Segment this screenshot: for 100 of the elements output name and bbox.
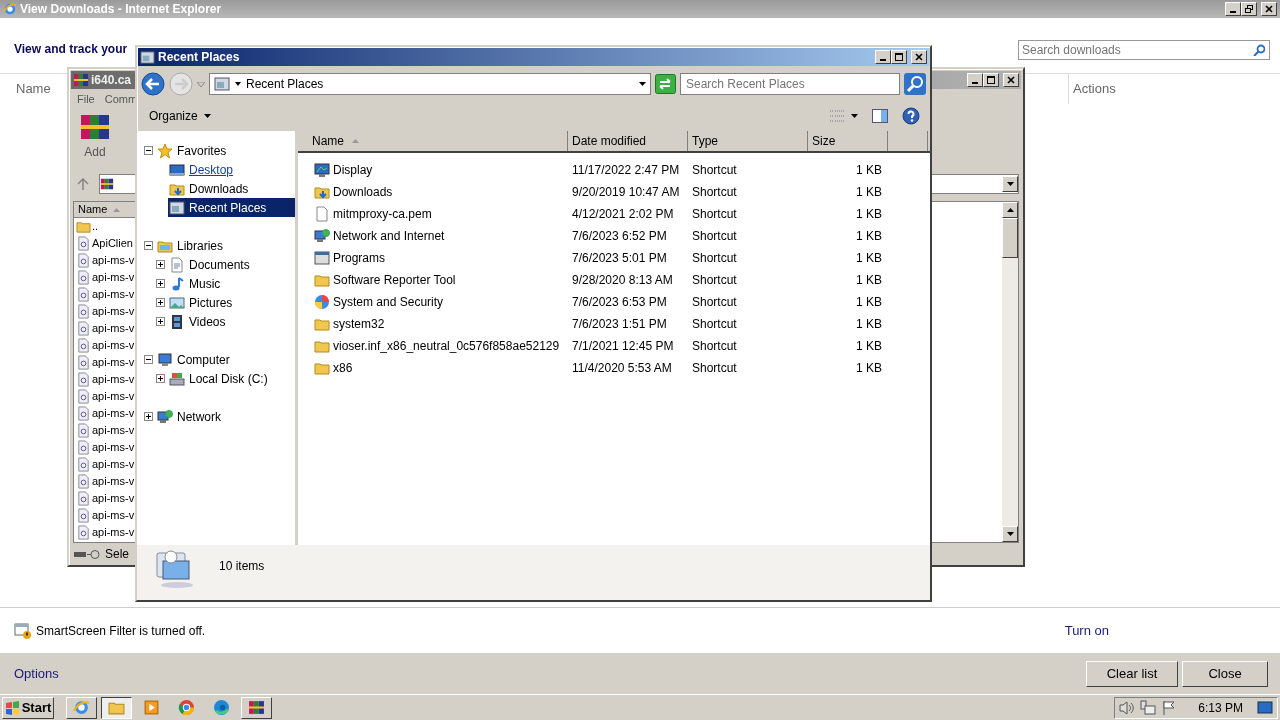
file-type: Shortcut bbox=[691, 360, 738, 377]
file-name[interactable]: Software Reporter Tool bbox=[333, 271, 456, 289]
organize-menu[interactable]: Organize bbox=[145, 105, 215, 127]
expand-toggle[interactable] bbox=[144, 412, 153, 421]
tree-item[interactable]: Documents bbox=[168, 255, 295, 274]
column-header[interactable]: Date modified bbox=[568, 131, 688, 151]
shortcut-file-icon bbox=[76, 321, 91, 336]
options-link[interactable]: Options bbox=[14, 663, 59, 684]
tree-item[interactable]: Network bbox=[156, 407, 295, 426]
file-name[interactable]: api-ms-v bbox=[92, 490, 135, 507]
file-size: 1 KB bbox=[855, 206, 882, 223]
shortcut-file-icon bbox=[76, 304, 91, 319]
shortcut-file-icon bbox=[76, 406, 91, 421]
file-size: 1 KB bbox=[855, 162, 882, 179]
desktop-icon bbox=[169, 161, 185, 178]
column-header[interactable]: Type bbox=[688, 131, 808, 151]
close-button[interactable] bbox=[1003, 73, 1019, 87]
caret-icon bbox=[235, 82, 241, 86]
file-name[interactable]: ApiClien bbox=[92, 235, 133, 252]
file-name[interactable]: api-ms-v bbox=[92, 269, 135, 286]
tree-item[interactable]: Desktop bbox=[168, 160, 295, 179]
file-name[interactable]: api-ms-v bbox=[92, 473, 135, 490]
file-size: 1 KB bbox=[855, 250, 882, 267]
back-button[interactable] bbox=[141, 72, 165, 96]
file-name[interactable]: Downloads bbox=[333, 183, 393, 201]
tree-item[interactable]: Local Disk (C:) bbox=[168, 369, 295, 388]
file-name[interactable]: api-ms-v bbox=[92, 456, 135, 473]
close-button[interactable] bbox=[911, 50, 927, 64]
tree-item[interactable]: Downloads bbox=[168, 179, 295, 198]
taskbar-button[interactable] bbox=[101, 696, 132, 719]
tree-item[interactable]: Libraries bbox=[156, 236, 295, 255]
file-name[interactable]: system32 bbox=[333, 315, 385, 333]
pane-icon bbox=[872, 109, 888, 123]
tree-item[interactable]: Recent Places bbox=[168, 198, 295, 217]
maximize-button[interactable] bbox=[983, 73, 999, 87]
close-button[interactable]: Close bbox=[1182, 660, 1268, 687]
file-name[interactable]: x86 bbox=[333, 359, 353, 377]
file-name[interactable]: api-ms-v bbox=[92, 303, 135, 320]
file-name[interactable]: api-ms-v bbox=[92, 286, 135, 303]
restore-button[interactable] bbox=[1241, 2, 1257, 16]
scrollbar[interactable] bbox=[1002, 202, 1018, 542]
dropdown-button[interactable] bbox=[1002, 176, 1018, 192]
tree-item[interactable]: Computer bbox=[156, 350, 295, 369]
plus-icon bbox=[157, 261, 164, 268]
expand-toggle[interactable] bbox=[156, 298, 165, 307]
file-name[interactable]: api-ms-v bbox=[92, 337, 135, 354]
file-name[interactable]: Network and Internet bbox=[333, 227, 445, 245]
expand-toggle[interactable] bbox=[156, 317, 165, 326]
file-type: Shortcut bbox=[691, 338, 738, 355]
file-name[interactable]: api-ms-v bbox=[92, 439, 135, 456]
column-header[interactable]: Name bbox=[298, 131, 568, 151]
file-name[interactable]: Display bbox=[333, 161, 373, 179]
collapse-toggle[interactable] bbox=[144, 355, 153, 364]
clear-list-button[interactable]: Clear list bbox=[1086, 660, 1178, 687]
minimize-button[interactable] bbox=[1225, 2, 1241, 16]
file-name[interactable]: api-ms-v bbox=[92, 354, 135, 371]
file-name[interactable]: api-ms-v bbox=[92, 320, 135, 337]
close-button[interactable] bbox=[1261, 2, 1277, 16]
file-name[interactable]: api-ms-v bbox=[92, 405, 135, 422]
shortcut-file-icon bbox=[76, 287, 91, 302]
file-name[interactable]: api-ms-v bbox=[92, 422, 135, 439]
file-name[interactable]: Programs bbox=[333, 249, 385, 267]
menu-item[interactable]: File bbox=[77, 91, 95, 107]
turn-on-link[interactable]: Turn on bbox=[1064, 620, 1109, 641]
folder-icon bbox=[314, 360, 330, 376]
minimize-button[interactable] bbox=[875, 50, 891, 64]
file-name[interactable]: api-ms-v bbox=[92, 252, 135, 269]
refresh-button[interactable] bbox=[655, 74, 676, 94]
address-field[interactable]: Recent Places bbox=[209, 73, 651, 95]
page-heading: View and track your bbox=[14, 42, 128, 57]
expand-toggle[interactable] bbox=[156, 279, 165, 288]
shortcut-file-icon bbox=[76, 457, 91, 472]
file-name[interactable]: api-ms-v bbox=[92, 524, 135, 541]
collapse-toggle[interactable] bbox=[144, 146, 153, 155]
file-name[interactable]: System and Security bbox=[333, 293, 444, 311]
add-button[interactable]: Add bbox=[75, 111, 115, 161]
file-name[interactable]: api-ms-v bbox=[92, 388, 135, 405]
scrollbar-thumb[interactable] bbox=[1002, 218, 1018, 258]
tree-item[interactable]: Music bbox=[168, 274, 295, 293]
file-name[interactable]: mitmproxy-ca.pem bbox=[333, 205, 432, 223]
file-name[interactable]: .. bbox=[92, 218, 99, 235]
collapse-toggle[interactable] bbox=[144, 241, 153, 250]
file-name[interactable]: api-ms-v bbox=[92, 371, 135, 388]
file-name[interactable]: api-ms-v bbox=[92, 507, 135, 524]
shortcut-file-icon bbox=[76, 525, 91, 540]
column-header[interactable]: Size bbox=[808, 131, 888, 151]
maximize-button[interactable] bbox=[891, 50, 907, 64]
tree-item[interactable]: Videos bbox=[168, 312, 295, 331]
search-icon bbox=[1253, 43, 1265, 56]
minimize-button[interactable] bbox=[967, 73, 983, 87]
search-field[interactable]: Search downloads bbox=[1018, 39, 1270, 60]
tree-item[interactable]: Favorites bbox=[156, 141, 295, 160]
search-button[interactable] bbox=[904, 73, 926, 95]
file-name[interactable]: vioser.inf_x86_neutral_0c576f858ae52129 bbox=[333, 337, 560, 355]
expand-toggle[interactable] bbox=[156, 374, 165, 383]
tree-item[interactable]: Pictures bbox=[168, 293, 295, 312]
start-button[interactable]: Start bbox=[2, 696, 54, 719]
expand-toggle[interactable] bbox=[156, 260, 165, 269]
date-modified: 11/4/2020 5:53 AM bbox=[571, 360, 673, 377]
search-field[interactable]: Search Recent Places bbox=[680, 73, 900, 95]
